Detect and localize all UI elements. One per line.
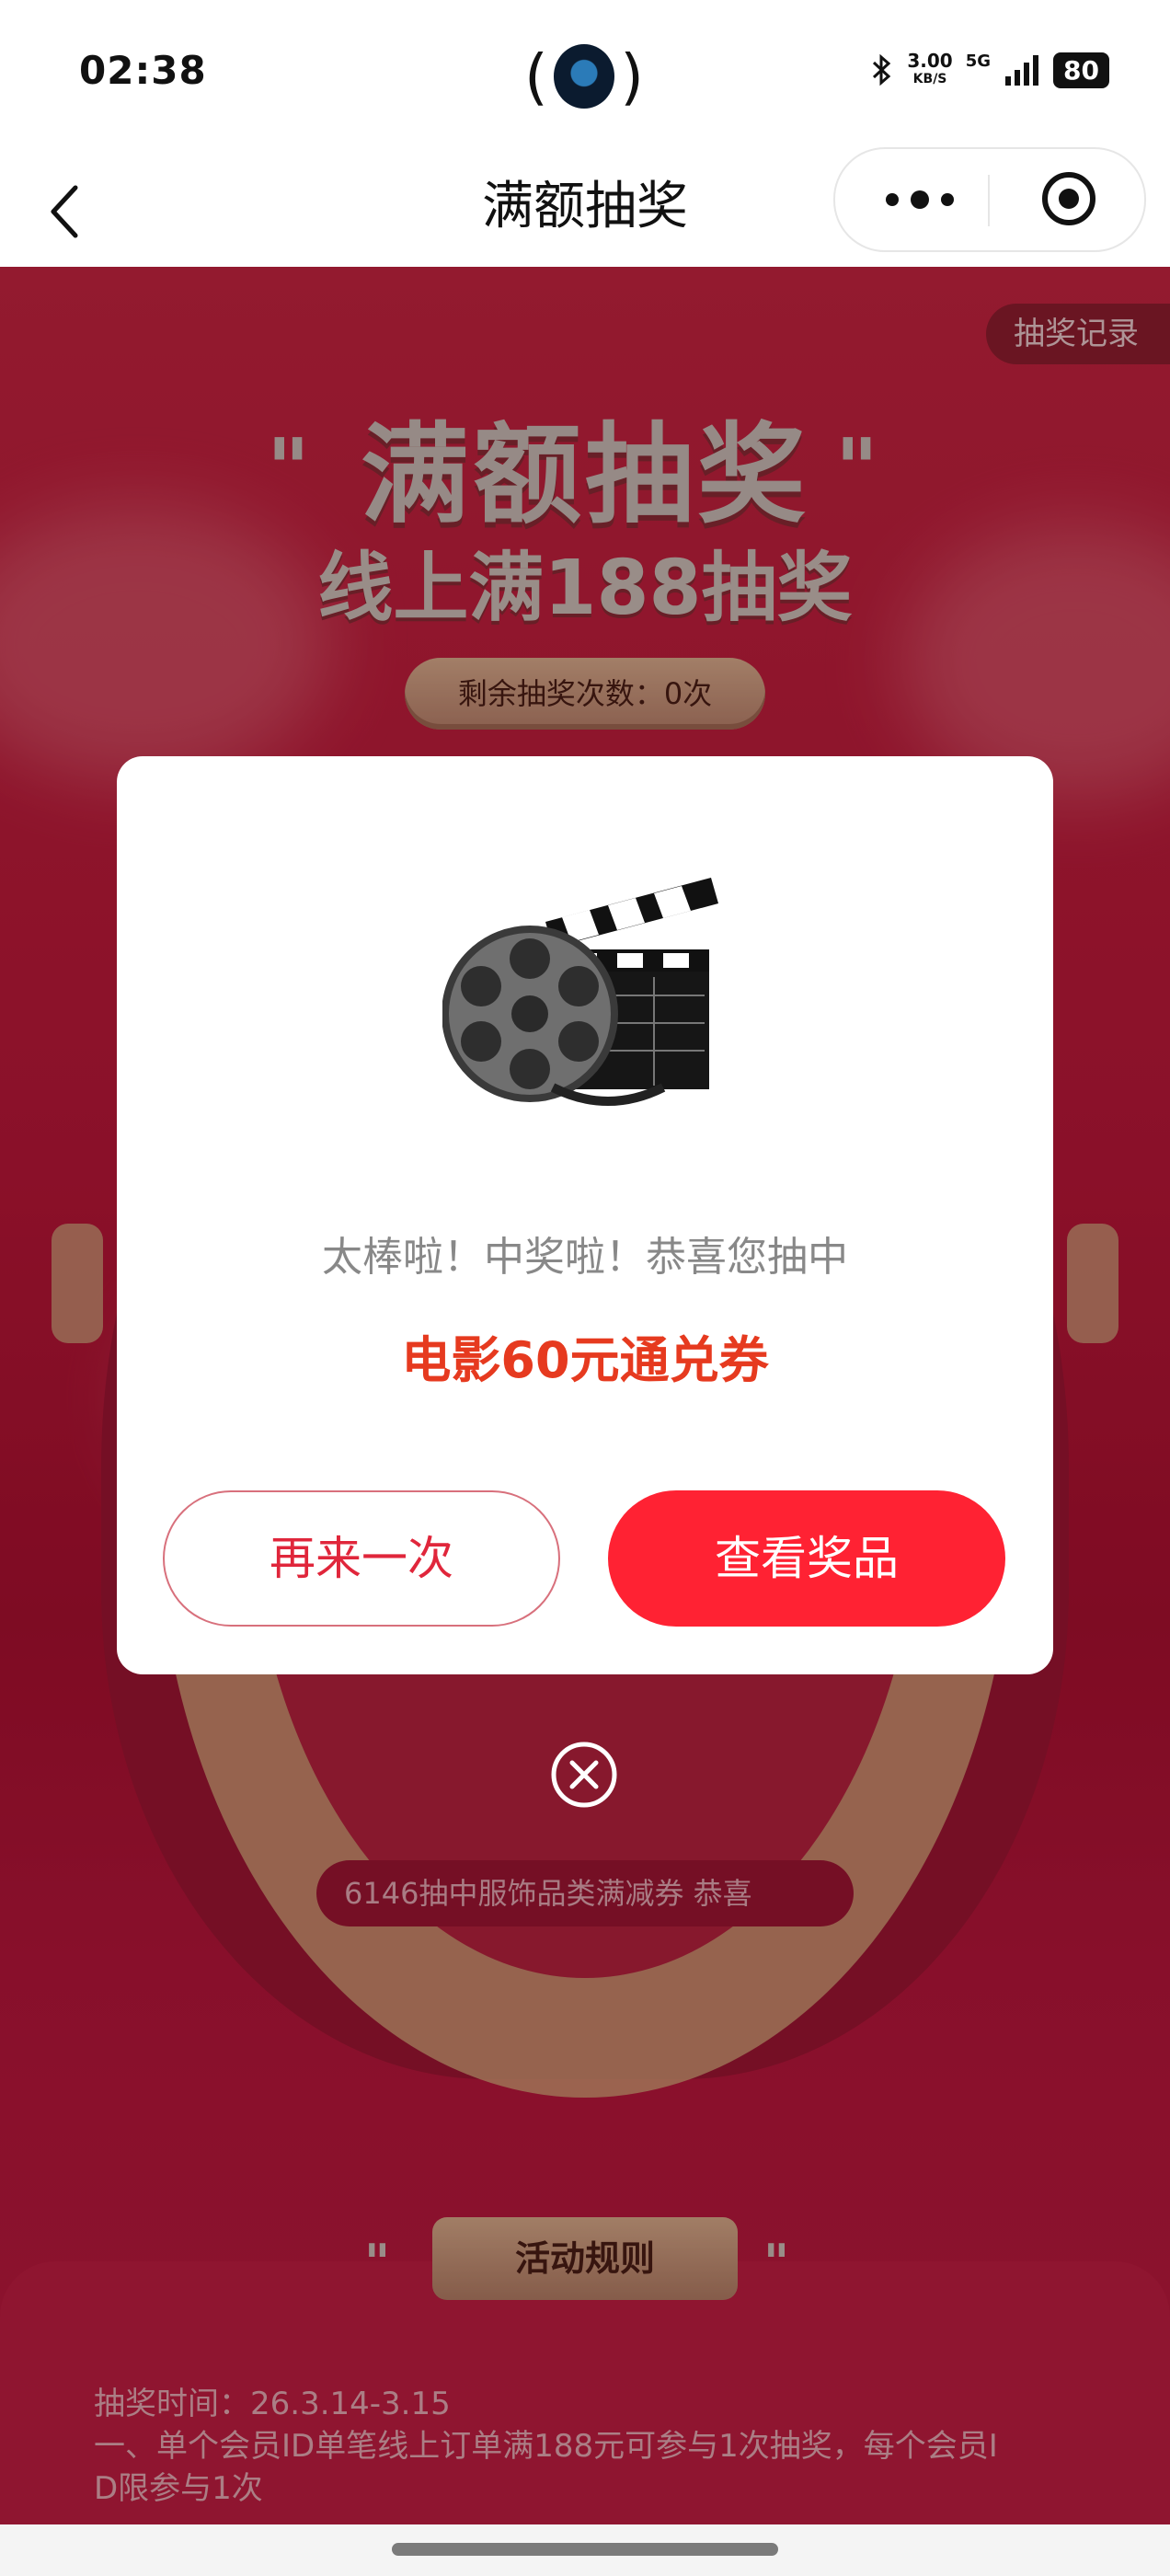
prize-modal: 太棒啦！中奖啦！恭喜您抽中 电影60元通兑券 再来一次 查看奖品: [117, 756, 1053, 1674]
network-speed: 3.00 KB/S: [907, 52, 952, 88]
status-center-indicator: ( ): [524, 37, 644, 116]
app-indicator-icon: [553, 44, 615, 109]
bluetooth-icon: [873, 53, 891, 86]
chevron-left-icon[interactable]: [44, 184, 85, 239]
clock: 02:38: [79, 48, 207, 93]
close-circle-icon[interactable]: [550, 1741, 618, 1809]
paren-left: (: [524, 40, 548, 112]
signal-icon: [1005, 55, 1039, 86]
battery-icon: 80: [1053, 52, 1109, 88]
speed-value: 3.00: [907, 50, 953, 72]
prize-name: 电影60元通兑券: [401, 1331, 769, 1389]
speed-unit: KB/S: [912, 72, 947, 86]
system-icons: 3.00 KB/S 5G 80: [870, 52, 1109, 88]
win-message: 太棒啦！中奖啦！恭喜您抽中: [322, 1234, 848, 1281]
target-icon[interactable]: [1039, 169, 1098, 228]
status-bar: 02:38 ( ) 3.00 KB/S 5G 80: [0, 0, 1170, 147]
miniprogram-capsule: [833, 147, 1146, 252]
capsule-divider: [988, 175, 990, 226]
paren-right: ): [620, 40, 644, 112]
film-reel-clapperboard-icon: [442, 878, 718, 1106]
more-dots-icon[interactable]: [883, 188, 957, 212]
network-type: 5G: [965, 52, 992, 71]
nav-bar: 满额抽奖: [0, 147, 1170, 267]
view-prize-button[interactable]: 查看奖品: [608, 1490, 1005, 1627]
draw-again-button[interactable]: 再来一次: [163, 1490, 560, 1627]
home-indicator[interactable]: [392, 2543, 778, 2556]
